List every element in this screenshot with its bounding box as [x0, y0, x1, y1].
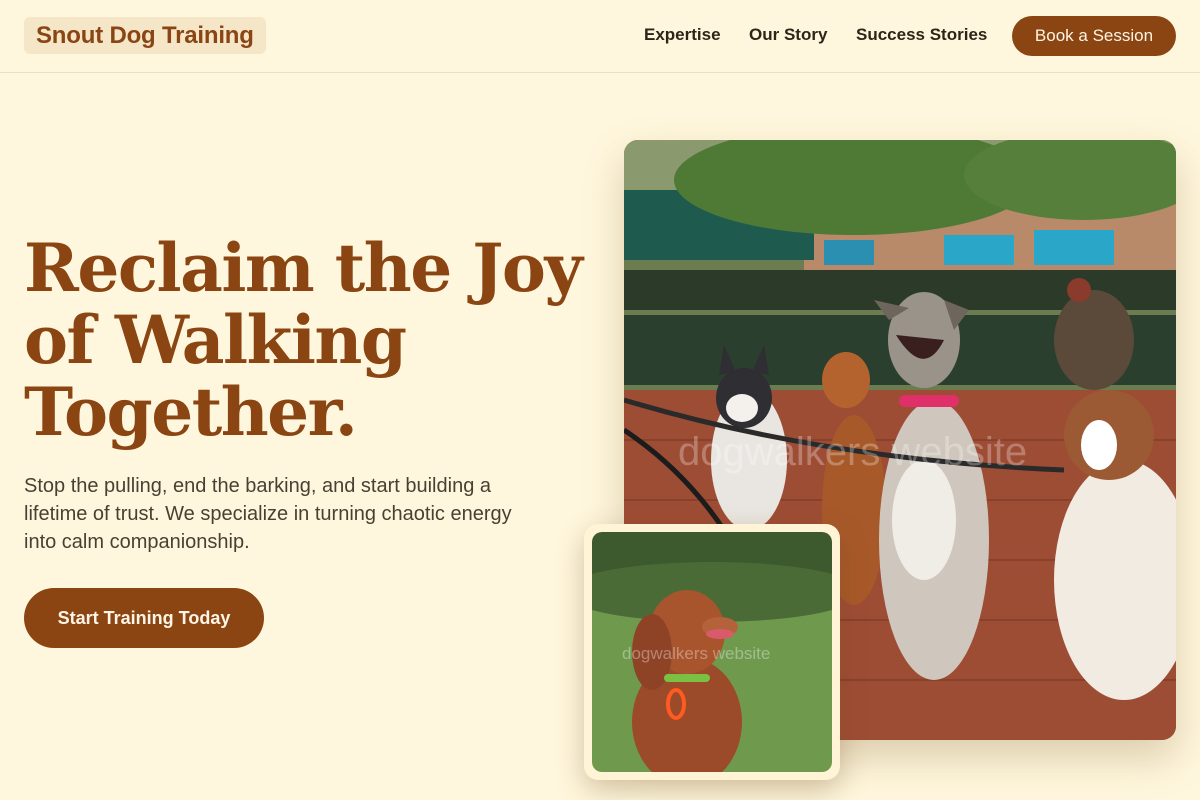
hero-headline: Reclaim the Joy of Walking Together. [24, 232, 584, 448]
start-training-button[interactable]: Start Training Today [24, 588, 264, 648]
puppy-photo-card: dogwalkers website [584, 524, 840, 780]
puppy-photo: dogwalkers website [592, 532, 832, 772]
nav-link-success-stories[interactable]: Success Stories [856, 25, 987, 45]
hero-subtext: Stop the pulling, end the barking, and s… [24, 475, 512, 553]
headline-line-3: Together. [24, 373, 358, 451]
book-session-button[interactable]: Book a Session [1012, 16, 1176, 56]
site-logo[interactable]: Snout Dog Training [24, 17, 266, 54]
nav-link-expertise[interactable]: Expertise [644, 25, 721, 45]
headline-line-1: Reclaim the Joy [24, 229, 583, 307]
nav-link-our-story[interactable]: Our Story [749, 25, 827, 45]
puppy-illustration [592, 532, 832, 772]
headline-line-2: of Walking [24, 301, 407, 379]
site-header: Snout Dog Training Expertise Our Story S… [0, 0, 1200, 73]
